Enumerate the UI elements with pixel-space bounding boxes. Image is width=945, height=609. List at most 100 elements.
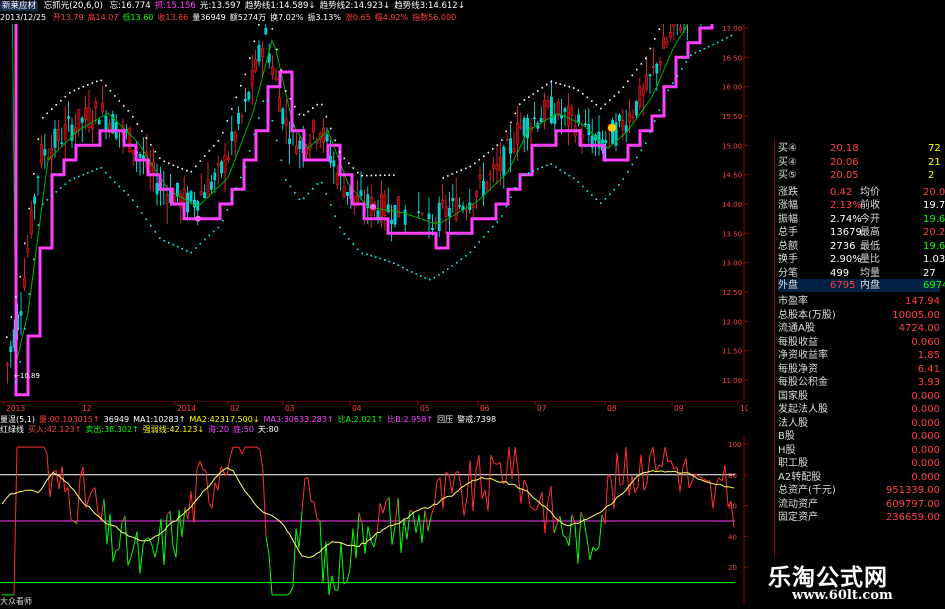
wang-dot [501,139,503,141]
candle-body [5,363,9,366]
stat-label: 分笔 [778,267,798,279]
finance-label: 每股净资 [778,363,818,375]
guang-dot [514,187,517,189]
buy-sell-segment [178,509,183,537]
wang-dot [78,87,80,90]
finance-value: 10005.00 [892,309,940,321]
wang-dot [235,96,238,99]
info-item-3: 收13.86 [157,13,189,22]
candle-body [213,172,217,181]
low-price-marker: ←10.89 [14,372,40,380]
finance-label: 国家股 [778,390,808,402]
wang-dot [204,155,206,157]
buy-sell-segment [115,548,120,551]
watermark-title: 乐淘公式网 [768,565,888,591]
candle-body [546,100,550,107]
guang-dot [600,202,602,204]
header-value-1: 抓:15.156 [154,1,196,11]
finance-row: 流动资产 609797.00 [778,498,940,511]
guang-dot [222,219,224,222]
buy-sell-segment [562,534,567,539]
y-tick-label: 16.00 [722,84,742,92]
outer-inner-row: 外盘 6795 内盘 6974 [778,279,945,292]
buy-sell-segment [79,466,84,479]
finance-row: 总资产(千元) 951339.00 [778,484,940,497]
guang-dot [402,266,404,269]
wang-dot [510,121,512,124]
candle-body [94,101,98,109]
header-value-3: 趋势线1:14.589↓ [244,1,316,11]
candle-body [635,100,638,116]
guang-dot [501,215,503,217]
site-watermark: 乐淘公式网 www.60lt.com [760,556,945,609]
guang-dot [415,273,418,275]
candle-body [346,192,349,196]
buy-row: 买⑤ 20.05 2 [778,169,934,182]
candle-body [9,346,13,352]
subinfo2-item-5: 底:50 [233,425,254,434]
candle-body [138,154,142,158]
finance-label: 每股公积金 [778,377,828,388]
guang-dot [262,100,265,102]
wang-dot [298,113,301,116]
finance-row: 流通A股 4724.00 [778,322,940,335]
buy-sell-segment [112,550,117,562]
buy-sell-segment [130,545,135,558]
candle-body [567,105,570,126]
info-item-10: 指数56.000 [412,13,457,22]
stat-label: 今开 [860,213,880,225]
buy-sell-segment [652,447,657,472]
finance-row: 市盈率 147.94 [778,295,940,308]
main-price-chart[interactable]: 17.00 16.50 16.00 15.50 15.00 14.50 14.00 13.50… [0,24,748,400]
bottom-caption: 大众看师 [0,597,32,606]
buy-sell-segment [520,479,525,504]
candle-body [240,115,244,118]
candle-body [621,120,625,131]
candle-body [448,208,451,217]
buy-sell-segment [481,489,486,500]
header-value-4: 趋势线2:14.923↓ [319,1,391,11]
candle-body [516,122,519,145]
stat-label: 涨跌 [778,186,798,198]
wang-dot [55,104,58,106]
oscillator-chart[interactable]: 10080604020 [0,436,748,604]
wang-dot [645,57,647,60]
buy-sell-segment [559,516,564,536]
candle-body [274,77,278,80]
candle-body [332,160,336,167]
stat-value: 499 [830,267,850,279]
candle-body [70,124,74,141]
candle-body [342,186,346,198]
wang-dot [559,83,562,86]
buy-sell-segment [265,536,270,555]
guang-dot [105,171,107,174]
candle-body [23,277,26,288]
x-tick-label: 04 [352,404,362,413]
candle-body [243,98,247,102]
guang-dot [28,293,31,295]
candle-body [420,212,424,215]
wang-dot [312,107,314,109]
buy-sell-segment [535,503,540,511]
candle-body [492,163,495,170]
guang-dot [127,194,130,196]
stat-value: 13679 [830,227,862,238]
stock-name-tab[interactable]: 新莱应材 [0,1,39,11]
guang-dot [447,268,449,270]
wang-dot [555,82,557,84]
candle-body [499,156,502,172]
buy-sell-segment [484,489,489,512]
buy-sell-segment [358,512,363,524]
buy-sell-segment [421,509,426,543]
wang-dot [546,83,548,86]
buy-sell-segment [460,486,465,516]
buy-sell-segment [454,470,459,474]
wang-dot [24,242,26,245]
buy-sell-segment [682,457,687,468]
buy-sell-segment [139,545,144,574]
buy-sell-segment [646,455,651,484]
finance-label: 流动资产 [778,498,818,510]
buy-sell-segment [313,502,318,519]
guang-dot [388,260,391,263]
candle-body [533,117,536,120]
